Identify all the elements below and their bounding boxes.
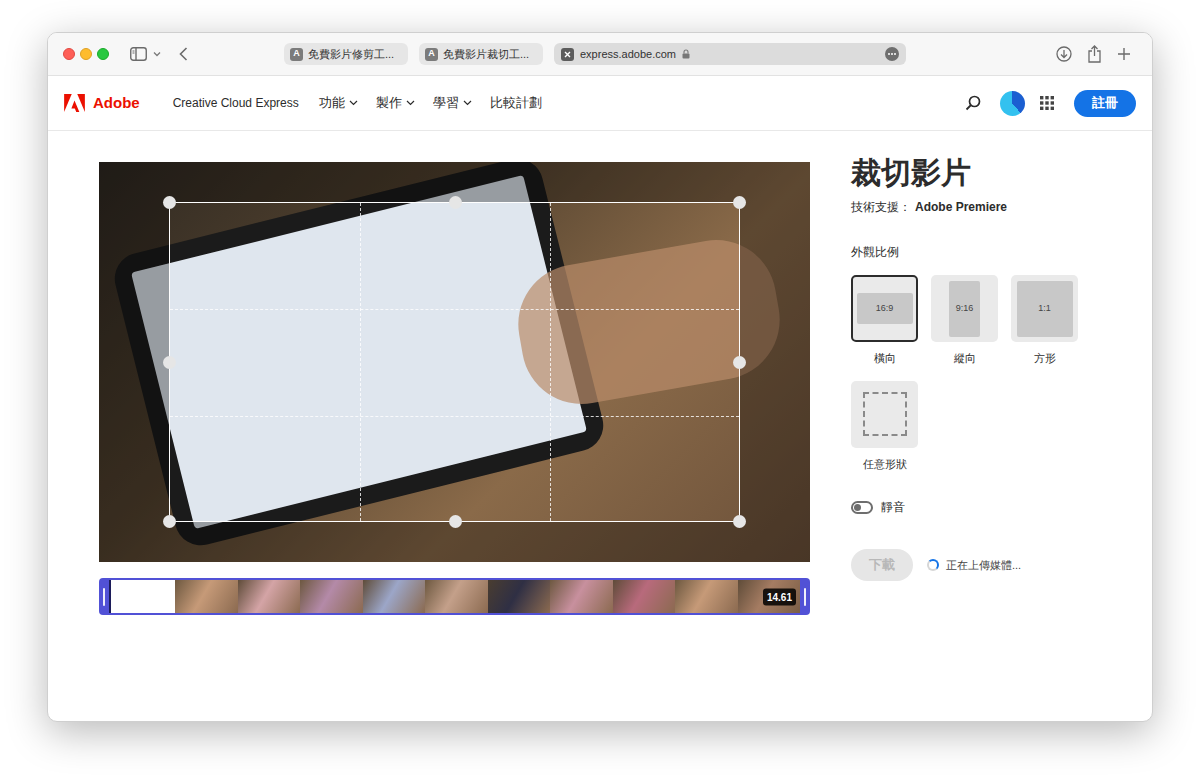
mute-toggle[interactable] [851, 501, 873, 514]
ratio-option[interactable]: 任意形狀 [851, 381, 918, 473]
tab-bar: A 免費影片修剪工... A 免費影片裁切工... express.adobe.com [284, 43, 906, 65]
status-text: 正在上傳媒體... [946, 557, 1021, 574]
site-nav: Adobe Creative Cloud Express 功能製作學習比較計劃 … [48, 76, 1152, 131]
sidebar-icon[interactable] [130, 47, 147, 61]
crop-panel: 裁切影片 技術支援： Adobe Premiere 外觀比例 16:9橫向9:1… [851, 162, 1101, 615]
nav-menu-item[interactable]: 功能 [319, 93, 358, 113]
ratio-tile[interactable]: 1:1 [1011, 275, 1078, 342]
ratio-label: 縱向 [954, 350, 976, 367]
toggle-knob [854, 504, 861, 511]
download-icon[interactable] [1056, 46, 1072, 62]
download-button[interactable]: 下載 [851, 549, 913, 581]
more-icon[interactable] [885, 47, 899, 61]
site-favicon-icon [561, 48, 574, 61]
browser-tab[interactable]: A 免費影片裁切工... [419, 43, 543, 65]
crop-handle[interactable] [733, 515, 746, 528]
powered-by: 技術支援： Adobe Premiere [851, 198, 1101, 216]
brand-name[interactable]: Adobe [93, 92, 140, 115]
nav-menu-item[interactable]: 學習 [433, 93, 472, 113]
ratio-preview: 1:1 [1038, 302, 1051, 316]
timeline-track: 14.61 [109, 578, 800, 615]
product-name[interactable]: Creative Cloud Express [173, 94, 299, 112]
crop-handle[interactable] [163, 356, 176, 369]
ratio-tile[interactable] [851, 381, 918, 448]
back-icon[interactable] [179, 47, 188, 61]
crop-handle[interactable] [449, 196, 462, 209]
nav-menu-label: 功能 [319, 93, 345, 113]
toolbar-actions [1056, 45, 1137, 63]
mute-label: 靜音 [881, 498, 905, 516]
upload-status: 正在上傳媒體... [927, 557, 1021, 574]
timeline[interactable]: 14.61 [99, 578, 810, 615]
nav-menu: 功能 製作 學習 比較計劃 [319, 93, 542, 113]
favicon: A [290, 48, 303, 61]
ratio-option[interactable]: 16:9 橫向 [851, 275, 918, 367]
nav-menu-label: 比較計劃 [490, 93, 542, 113]
spinner-icon [927, 559, 939, 571]
browser-tab[interactable]: express.adobe.com [554, 43, 906, 65]
chevron-down-icon [349, 100, 358, 106]
ratio-shape: 1:1 [1017, 281, 1073, 337]
adobe-logo-icon[interactable] [64, 94, 85, 112]
crop-handle[interactable] [733, 196, 746, 209]
nav-menu-label: 製作 [376, 93, 402, 113]
mute-row: 靜音 [851, 498, 1101, 516]
nav-menu-label: 學習 [433, 93, 459, 113]
lock-icon [682, 49, 690, 59]
ratio-preview: 16:9 [876, 302, 894, 316]
search-icon[interactable] [965, 95, 981, 111]
tab-label: 免費影片修剪工... [308, 46, 394, 63]
editor: 14.61 裁切影片 技術支援： Adobe Premiere 外觀比例 16:… [48, 131, 1152, 615]
nav-actions: 註冊 [965, 90, 1136, 117]
ratio-option[interactable]: 9:16 縱向 [931, 275, 998, 367]
ratio-tile[interactable]: 9:16 [931, 275, 998, 342]
avatar-icon[interactable] [1000, 91, 1025, 116]
powered-label: 技術支援： [851, 198, 911, 216]
panel-title: 裁切影片 [851, 154, 1101, 192]
chevron-down-icon [463, 100, 472, 106]
tab-label: express.adobe.com [580, 46, 676, 63]
powered-product: Adobe Premiere [915, 198, 1007, 216]
minimize-icon[interactable] [80, 48, 92, 60]
crop-handle[interactable] [163, 196, 176, 209]
ratio-label: 橫向 [874, 350, 896, 367]
browser-tab[interactable]: A 免費影片修剪工... [284, 43, 408, 65]
editor-main: 14.61 [99, 162, 810, 615]
ratio-shape: 9:16 [949, 281, 980, 337]
browser-window: A免費影片修剪工...A免費影片裁切工...express.adobe.com … [47, 32, 1153, 722]
share-icon[interactable] [1087, 45, 1102, 63]
close-icon[interactable] [63, 48, 75, 60]
signup-button[interactable]: 註冊 [1074, 90, 1136, 117]
chevron-down-icon[interactable] [153, 51, 161, 57]
video-preview [99, 162, 810, 562]
crop-handle[interactable] [449, 515, 462, 528]
new-tab-icon[interactable] [1117, 47, 1131, 61]
ratio-options: 16:9 橫向 9:16 縱向 1:1 方形任意形狀 [851, 275, 1101, 472]
ratio-preview: 9:16 [956, 302, 974, 316]
ratio-label: 方形 [1034, 350, 1056, 367]
download-row: 下載 正在上傳媒體... [851, 549, 1101, 581]
ratio-label: 任意形狀 [863, 456, 907, 473]
ratio-tile[interactable]: 16:9 [851, 275, 918, 342]
ratio-shape [863, 392, 907, 436]
ratio-heading: 外觀比例 [851, 243, 1101, 261]
trim-handle-end[interactable] [800, 578, 810, 615]
trim-handle-start[interactable] [99, 578, 109, 615]
ratio-shape: 16:9 [857, 293, 913, 324]
nav-menu-item[interactable]: 比較計劃 [490, 93, 542, 113]
tab-label: 免費影片裁切工... [443, 46, 529, 63]
apps-grid-icon[interactable] [1040, 96, 1054, 110]
crop-handle[interactable] [733, 356, 746, 369]
crop-handle[interactable] [163, 515, 176, 528]
browser-toolbar: A 免費影片修剪工... A 免費影片裁切工... express.adobe.com [48, 33, 1152, 76]
ratio-option[interactable]: 1:1 方形 [1011, 275, 1078, 367]
chevron-down-icon [406, 100, 415, 106]
crop-box[interactable] [169, 202, 740, 522]
duration-badge: 14.61 [763, 588, 796, 605]
window-controls [63, 48, 109, 60]
favicon: A [425, 48, 438, 61]
nav-menu-item[interactable]: 製作 [376, 93, 415, 113]
zoom-icon[interactable] [97, 48, 109, 60]
